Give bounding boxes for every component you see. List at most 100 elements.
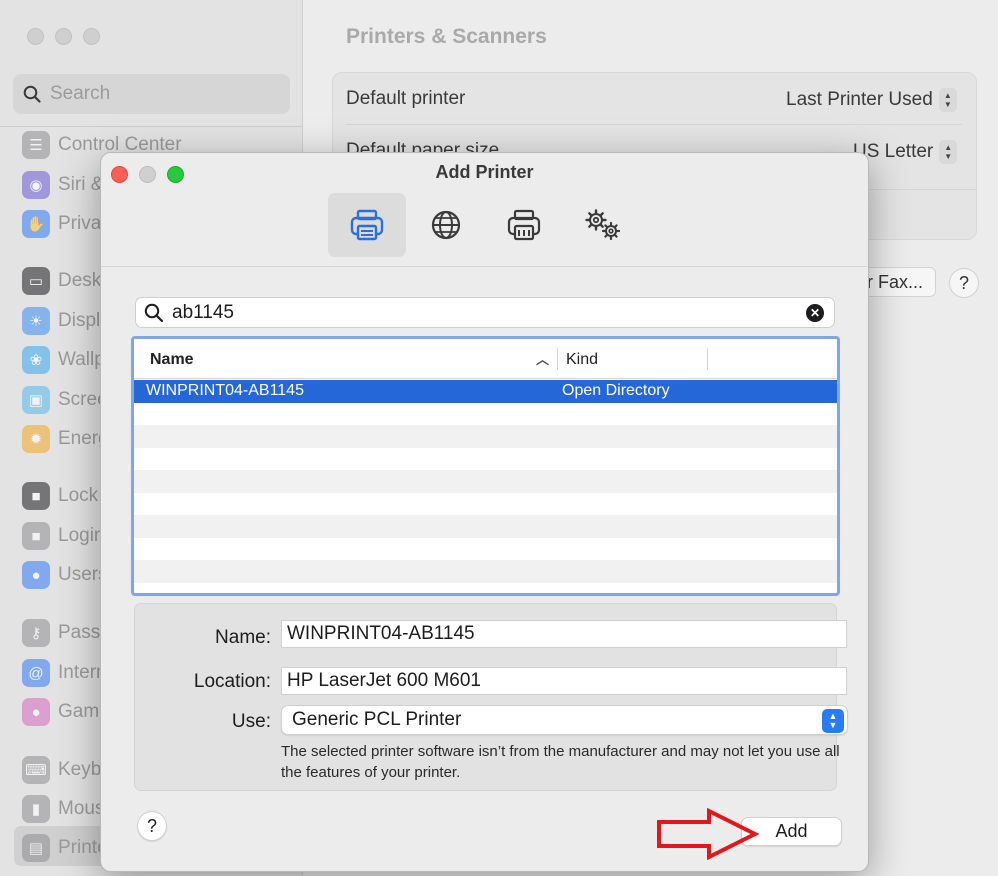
sidebar-item-label: Mous [58, 798, 105, 819]
empty-row [134, 403, 837, 426]
sidebar-item[interactable]: ■ Login [22, 522, 105, 550]
name-field[interactable]: WINPRINT04-AB1145 [281, 620, 847, 648]
empty-row [134, 560, 837, 583]
default-printer-select[interactable]: Last Printer Used ▲ ▼ [786, 88, 957, 112]
column-header-kind[interactable]: Kind [566, 351, 598, 369]
sidebar-item-label: Desk [58, 270, 102, 291]
sidebar-item[interactable]: ✋ Priva [22, 210, 101, 238]
add-printer-dialog: Add Printer ab1145 ✕ Name ︿ Kind WINPRIN… [100, 152, 869, 872]
column-divider[interactable] [707, 348, 708, 370]
search-icon [23, 85, 41, 103]
ip-printers-tab[interactable] [407, 193, 485, 257]
mouse-icon: ▮ [22, 795, 50, 823]
divider [346, 124, 962, 125]
sidebar-item[interactable]: ◉ Siri & [22, 171, 103, 199]
printer-list-table[interactable]: Name ︿ Kind WINPRINT04-AB1145 Open Direc… [131, 336, 840, 596]
divider [0, 126, 303, 127]
dialog-toolbar: Add Printer [101, 153, 868, 267]
use-label: Use: [231, 711, 271, 732]
internet-accounts-icon: @ [22, 659, 50, 687]
sidebar-item[interactable]: ☀ Displ [22, 307, 100, 335]
search-placeholder: Search [50, 83, 111, 104]
pane-title: Printers & Scanners [346, 25, 547, 48]
sidebar-item[interactable]: ⌨ Keyb [22, 756, 101, 784]
sidebar-item-label: Lock [58, 485, 99, 506]
sidebar-item-label: Priva [58, 213, 102, 234]
default-printer-label: Default printer [346, 88, 466, 109]
sidebar-item[interactable]: ▭ Desk [22, 267, 101, 295]
minimize-window-button[interactable] [55, 28, 72, 45]
empty-row [134, 538, 837, 561]
printer-name-cell: WINPRINT04-AB1145 [146, 382, 304, 399]
location-label: Location: [193, 671, 271, 692]
sort-ascending-icon: ︿ [536, 352, 550, 367]
privacy-hand-icon: ✋ [22, 210, 50, 238]
control-center-icon: ☰ [22, 131, 50, 159]
chevron-updown-icon: ▲ ▼ [939, 140, 958, 164]
printer-icon [350, 209, 384, 241]
sidebar-item[interactable]: ✹ Energ [22, 425, 109, 453]
default-printers-tab[interactable] [328, 193, 406, 257]
column-header-name[interactable]: Name [150, 351, 194, 369]
sidebar-item[interactable]: @ Intern [22, 659, 107, 687]
chevron-updown-icon: ▲ ▼ [938, 88, 957, 112]
printer-details-panel: Name: WINPRINT04-AB1145 Location: HP Las… [134, 603, 848, 791]
empty-row [134, 425, 837, 448]
empty-row [134, 493, 837, 516]
sidebar-item[interactable]: ▣ Scree [22, 386, 108, 414]
printers-icon: ▤ [22, 834, 50, 862]
screen-saver-icon: ▣ [22, 386, 50, 414]
table-row[interactable]: WINPRINT04-AB1145 Open Directory [134, 380, 837, 403]
sidebar-search-input[interactable]: Search [13, 74, 290, 114]
printer-icon [507, 209, 541, 241]
table-header: Name ︿ Kind [134, 339, 837, 379]
energy-icon: ✹ [22, 425, 50, 453]
sidebar-item-label: Wallp [58, 349, 105, 370]
sidebar-item-label: Keyb [58, 759, 102, 780]
driver-warning-text: The selected printer software isn’t from… [281, 743, 840, 781]
sidebar-item-label: Login [58, 525, 105, 546]
displays-icon: ☀ [22, 307, 50, 335]
sidebar-item[interactable]: ❀ Wallp [22, 346, 105, 374]
zoom-window-button[interactable] [83, 28, 100, 45]
sidebar-item-label: Siri & [58, 174, 104, 195]
lock-screen-icon: ■ [22, 482, 50, 510]
empty-row [134, 515, 837, 538]
column-divider[interactable] [557, 348, 558, 370]
use-driver-select[interactable]: Generic PCL Printer ▲ ▼ [281, 705, 848, 735]
dialog-title: Add Printer [435, 162, 534, 182]
annotation-arrow-icon [657, 808, 760, 860]
passwords-key-icon: ⚷ [22, 619, 50, 647]
help-button[interactable]: ? [949, 268, 979, 298]
printer-search-input[interactable]: ab1145 ✕ [135, 297, 835, 328]
sidebar-item-label: Displ [58, 310, 101, 331]
search-icon [144, 303, 164, 322]
default-printer-value: Last Printer Used [786, 89, 933, 110]
sidebar-item[interactable]: ● Users [22, 561, 108, 589]
wallpaper-icon: ❀ [22, 346, 50, 374]
sidebar-item[interactable]: ▮ Mous [22, 795, 104, 823]
windows-printers-tab[interactable] [485, 193, 563, 257]
chevron-updown-icon: ▲ ▼ [822, 709, 844, 733]
help-button[interactable]: ? [137, 811, 167, 841]
window-controls-inactive [27, 28, 100, 45]
login-password-icon: ■ [22, 522, 50, 550]
empty-row [134, 470, 837, 493]
search-value: ab1145 [172, 301, 234, 323]
location-field[interactable]: HP LaserJet 600 M601 [281, 667, 847, 695]
globe-icon [431, 210, 461, 240]
gears-icon [585, 209, 621, 241]
sidebar-item[interactable]: ● Game [22, 698, 110, 726]
clear-search-icon[interactable]: ✕ [806, 304, 824, 322]
sidebar-item[interactable]: ▤ Printe [22, 834, 108, 862]
printer-kind-cell: Open Directory [562, 382, 670, 399]
name-label: Name: [215, 627, 271, 648]
keyboard-icon: ⌨ [22, 756, 50, 784]
close-window-button[interactable] [27, 28, 44, 45]
advanced-tab[interactable] [564, 193, 642, 257]
use-driver-value: Generic PCL Printer [292, 709, 462, 730]
sidebar-item[interactable]: ■ Lock [22, 482, 98, 510]
desktop-dock-icon: ▭ [22, 267, 50, 295]
users-groups-icon: ● [22, 561, 50, 589]
siri-icon: ◉ [22, 171, 50, 199]
